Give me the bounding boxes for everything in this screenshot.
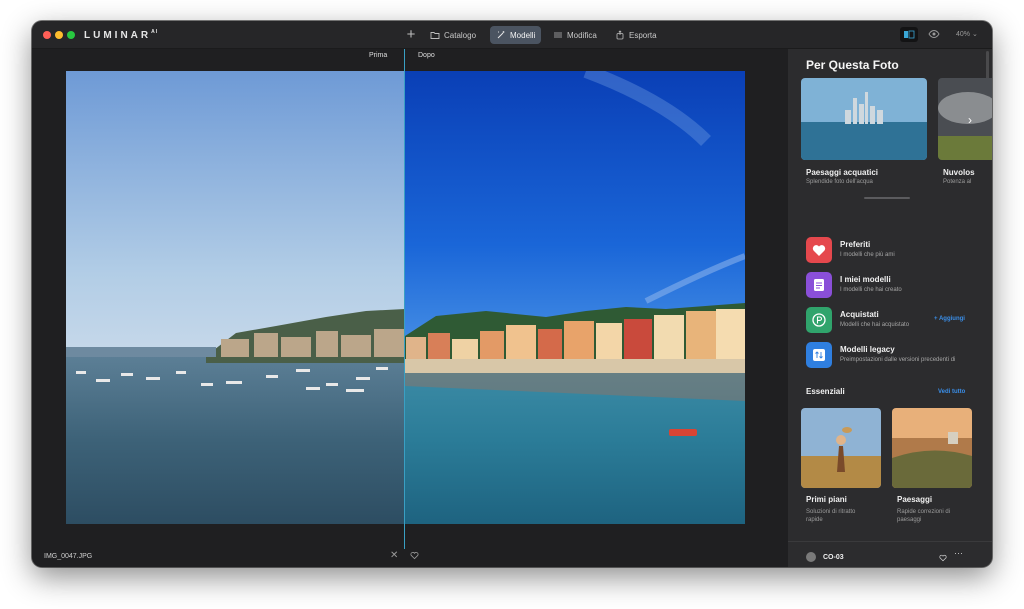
tab-label: Modelli (510, 30, 536, 40)
compare-toggle-button[interactable] (900, 27, 918, 42)
panel-divider (788, 541, 992, 542)
collection-title: I miei modelli (840, 275, 891, 284)
image-workspace: Prima Dopo IMG_0047.JPG ✕ (32, 49, 788, 567)
purchase-icon (806, 307, 832, 333)
preset-thumbnail (806, 552, 816, 562)
collection-title: Modelli legacy (840, 345, 895, 354)
essentials-card-subtitle: Soluzioni di ritratto rapide (806, 509, 856, 523)
zoom-window-button[interactable] (67, 31, 75, 39)
collection-preferiti[interactable]: Preferiti I modelli che più ami (806, 237, 986, 263)
tab-label: Modifica (567, 30, 597, 40)
before-label: Prima (369, 52, 388, 59)
preset-name: CO-03 (823, 554, 844, 561)
collection-subtitle: I modelli che hai creato (840, 287, 902, 293)
add-photos-button[interactable]: + (404, 26, 418, 44)
essentials-card-primi-piani[interactable] (801, 408, 881, 488)
heart-icon (806, 237, 832, 263)
arrows-swap-icon (806, 342, 832, 368)
close-window-button[interactable] (43, 31, 51, 39)
heart-icon[interactable] (939, 554, 947, 562)
sliders-icon (554, 32, 562, 38)
collection-title: Acquistati (840, 310, 879, 319)
photo-canvas[interactable] (66, 71, 745, 524)
split-view-icon (904, 30, 915, 39)
tab-catalogo[interactable]: Catalogo (424, 26, 482, 44)
featured-card-paesaggi-acquatici[interactable] (801, 78, 927, 160)
magic-wand-icon (497, 31, 505, 39)
collection-subtitle: Preimpostazioni dalle versioni precedent… (840, 357, 956, 363)
app-logo: LUMINARAI (84, 29, 159, 41)
app-window: LUMINARAI + Catalogo Modelli Modifica Es… (32, 21, 992, 567)
close-icon[interactable]: ✕ (390, 550, 398, 561)
featured-card-nuvolose[interactable] (938, 78, 992, 160)
essentials-card-title: Paesaggi (897, 495, 933, 504)
collection-title: Preferiti (840, 240, 871, 249)
more-options-icon[interactable]: ··· (954, 548, 963, 558)
minimize-window-button[interactable] (55, 31, 63, 39)
document-icon (806, 272, 832, 298)
featured-card-title: Nuvolos (943, 168, 975, 177)
before-after-split-handle[interactable] (404, 49, 405, 549)
collection-modelli-legacy[interactable]: Modelli legacy Preimpostazioni dalle ver… (806, 342, 986, 368)
carousel-scroll-indicator[interactable] (864, 197, 910, 199)
before-after-photo (66, 71, 745, 524)
chevron-right-icon[interactable]: › (968, 113, 972, 127)
tab-esporta[interactable]: Esporta (609, 26, 663, 44)
featured-card-subtitle: Splendide foto dell'acqua (806, 179, 873, 185)
templates-panel: Per Questa Foto › Paesaggi acquatici Spl… (788, 49, 992, 567)
collection-miei-modelli[interactable]: I miei modelli I modelli che hai creato (806, 272, 986, 298)
featured-card-subtitle: Potenza al (943, 179, 972, 185)
share-icon (616, 30, 624, 40)
tab-label: Catalogo (444, 30, 477, 40)
storm-clouds-thumbnail (938, 78, 992, 160)
collection-subtitle: Modelli che hai acquistato (840, 322, 910, 328)
city-skyline-thumbnail (801, 78, 927, 160)
panel-title: Per Questa Foto (806, 58, 899, 72)
tab-modifica[interactable]: Modifica (547, 26, 603, 44)
title-bar: LUMINARAI + Catalogo Modelli Modifica Es… (32, 21, 992, 49)
essentials-card-title: Primi piani (806, 495, 847, 504)
favorite-heart-icon[interactable] (410, 551, 419, 560)
collection-subtitle: I modelli che più ami (840, 252, 895, 258)
landscape-thumbnail (892, 408, 972, 488)
file-name: IMG_0047.JPG (44, 553, 93, 560)
portrait-field-thumbnail (801, 408, 881, 488)
featured-card-title: Paesaggi acquatici (806, 168, 879, 177)
folder-icon (430, 32, 440, 39)
zoom-level[interactable]: 40% ⌄ (956, 30, 978, 38)
eye-icon[interactable] (928, 28, 940, 40)
essentials-card-paesaggi[interactable] (892, 408, 972, 488)
add-purchased-link[interactable]: + Aggiungi (934, 316, 965, 322)
see-all-link[interactable]: Vedi tutto (938, 389, 965, 395)
after-label: Dopo (418, 52, 435, 59)
tab-modelli[interactable]: Modelli (490, 26, 542, 44)
tab-label: Esporta (629, 30, 657, 40)
essentials-card-subtitle: Rapide correzioni di paesaggi (897, 509, 951, 523)
essentials-heading: Essenziali (806, 387, 845, 396)
